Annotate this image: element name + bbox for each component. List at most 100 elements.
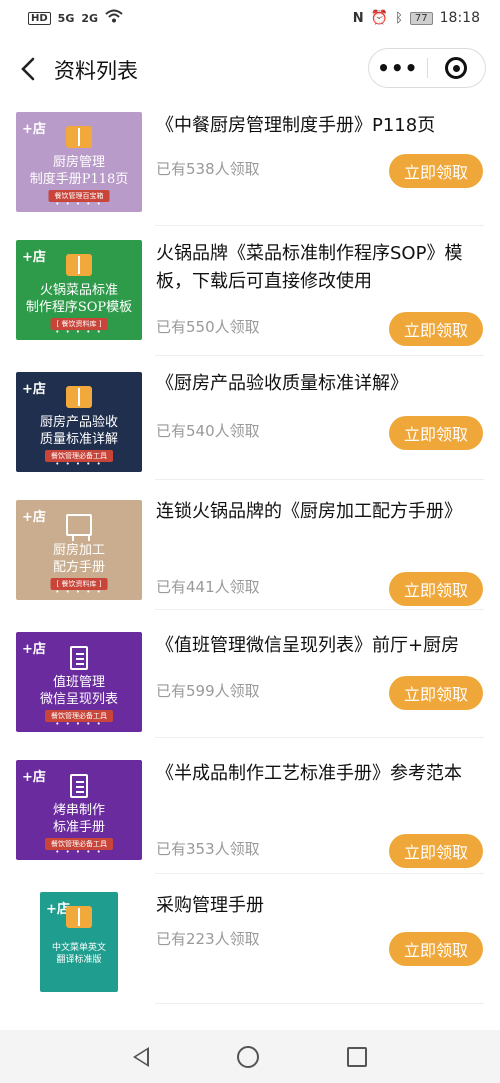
list-item[interactable]: +店 烤串制作 标准手册 餐饮管理必备工具 • • • • • 《半成品制作工艺标准手册》… <box>0 738 500 874</box>
claim-button[interactable]: 立即领取 <box>389 312 483 346</box>
claim-count: 已有353人领取 <box>156 840 260 858</box>
cover-text: 厨房产品验收 质量标准详解 <box>16 414 142 448</box>
cover-logo: +店 <box>22 250 46 265</box>
status-time: 18:18 <box>439 10 480 26</box>
bluetooth-icon: ᛒ <box>395 10 403 26</box>
claim-count: 已有540人领取 <box>156 422 260 440</box>
cover-logo: +店 <box>22 642 46 657</box>
list-item[interactable]: +店 火锅菜品标准 制作程序SOP模板[ 餐饮资料库 ] • • • • • 火锅品牌《… <box>0 226 500 356</box>
cover-logo: +店 <box>22 770 46 785</box>
cover-line: 值班管理 <box>52 675 105 690</box>
item-title[interactable]: 《半成品制作工艺标准手册》参考范本 <box>156 760 486 788</box>
claim-count: 已有441人领取 <box>156 578 260 596</box>
list-item[interactable]: +店 厨房加工 配方手册[ 餐饮资料库 ] • • • • • 连锁火锅品牌的《厨房加工… <box>0 480 500 610</box>
cover-line: 配方手册 <box>52 560 105 575</box>
cover-line: 厨房产品验收 <box>39 415 118 430</box>
chevron-left-icon <box>21 57 35 81</box>
alarm-icon: ⏰ <box>370 10 389 26</box>
more-dots-icon[interactable]: ••• <box>369 49 427 87</box>
cover-text: 值班管理微信呈现列表 <box>16 674 142 708</box>
book-icon <box>66 126 92 148</box>
cover-dots: • • • • • <box>55 588 103 596</box>
cover-line: 质量标准详解 <box>39 432 118 447</box>
cover-image[interactable]: +店 厨房产品验收 质量标准详解 餐饮管理必备工具 • • • • • <box>16 372 142 472</box>
list-item[interactable]: +店 厨房产品验收 质量标准详解 餐饮管理必备工具 • • • • • 《厨房产品验收质量… <box>0 356 500 480</box>
book-icon <box>66 254 92 276</box>
hd-icon: HD <box>28 11 51 25</box>
cover-logo: +店 <box>22 382 46 397</box>
cover-line: 火锅菜品标准 <box>39 283 118 298</box>
list-icon <box>70 774 88 798</box>
target-icon <box>445 57 468 79</box>
cover-logo: +店 <box>22 122 46 137</box>
list-icon <box>70 646 88 670</box>
cover-image[interactable]: +店 中文菜单英文 翻译标准版 <box>40 892 118 992</box>
cover-text: 烤串制作 标准手册 <box>16 802 142 836</box>
nfc-icon: N <box>352 10 364 26</box>
list-item[interactable]: +店 厨房管理 制度手册P118页 餐饮管理百宝箱 • • • • • 《中餐厨房管理制度… <box>0 102 500 226</box>
claim-button[interactable]: 立即领取 <box>389 676 483 710</box>
close-miniprogram-button[interactable] <box>427 49 485 87</box>
cover-text: 厨房加工 配方手册 <box>16 542 142 576</box>
cover-line: 中文菜单英文 <box>51 943 106 953</box>
cover-dots: • • • • • <box>55 720 103 728</box>
claim-count: 已有599人领取 <box>156 682 260 700</box>
wifi-icon <box>105 9 123 27</box>
back-button[interactable] <box>14 52 42 86</box>
miniprogram-capsule: ••• <box>368 48 486 88</box>
status-right: N ⏰ ᛒ 77 18:18 <box>353 10 480 26</box>
claim-button[interactable]: 立即领取 <box>389 416 483 450</box>
cover-line: 厨房加工 <box>52 543 105 558</box>
claim-count: 已有223人领取 <box>156 930 260 948</box>
cover-text: 厨房管理制度手册P118页 <box>16 154 142 188</box>
cover-line: 厨房管理 <box>52 155 105 170</box>
signal-5g-icon: 5G <box>57 11 75 25</box>
cover-line: 制作程序SOP模板 <box>25 300 133 315</box>
item-title[interactable]: 《厨房产品验收质量标准详解》 <box>156 370 486 398</box>
board-icon <box>66 514 92 541</box>
claim-button[interactable]: 立即领取 <box>389 154 483 188</box>
list-item[interactable]: +店 值班管理 微信呈现列表 餐饮管理必备工具 • • • • • 《值班管理微信呈现列表… <box>0 610 500 738</box>
item-divider <box>155 1003 484 1004</box>
book-icon <box>66 386 92 408</box>
cover-line: 微信呈现列表 <box>39 692 118 707</box>
claim-count: 已有550人领取 <box>156 318 260 336</box>
status-left: HD 5G 2G <box>28 9 123 27</box>
cover-dots: • • • • • <box>55 848 103 856</box>
back-icon[interactable] <box>133 1046 149 1067</box>
system-navigation-bar <box>0 1030 500 1083</box>
cover-image[interactable]: +店 烤串制作 标准手册 餐饮管理必备工具 • • • • • <box>16 760 142 860</box>
item-title[interactable]: 采购管理手册 <box>156 892 486 920</box>
cover-text: 中文菜单英文 翻译标准版 <box>40 942 118 966</box>
claim-button[interactable]: 立即领取 <box>389 572 483 606</box>
cover-line: 翻译标准版 <box>56 955 102 965</box>
navigation-bar: 资料列表 ••• <box>0 36 500 102</box>
book-icon <box>66 906 92 928</box>
cover-dots: • • • • • <box>55 460 103 468</box>
cover-dots: • • • • • <box>55 328 103 336</box>
list-item[interactable]: +店 中文菜单英文 翻译标准版 采购管理手册已有223人领取 立即领取 <box>0 874 500 1004</box>
cover-image[interactable]: +店 厨房加工 配方手册[ 餐饮资料库 ] • • • • • <box>16 500 142 600</box>
cover-line: 标准手册 <box>52 820 105 835</box>
claim-button[interactable]: 立即领取 <box>389 932 483 966</box>
page-title: 资料列表 <box>54 59 138 83</box>
cover-logo: +店 <box>22 510 46 525</box>
home-icon[interactable] <box>237 1045 259 1068</box>
cover-image[interactable]: +店 厨房管理 制度手册P118页 餐饮管理百宝箱 • • • • • <box>16 112 142 212</box>
signal-2g-icon: 2G <box>81 11 99 25</box>
claim-count: 已有538人领取 <box>156 160 260 178</box>
item-title[interactable]: 火锅品牌《菜品标准制作程序SOP》模板，下载后可直接修改使用 <box>156 240 486 296</box>
battery-icon: 77 <box>409 11 433 25</box>
recent-apps-icon[interactable] <box>347 1046 367 1067</box>
item-title[interactable]: 《中餐厨房管理制度手册》P118页 <box>156 112 486 140</box>
cover-text: 火锅菜品标准 制作程序SOP模板 <box>16 282 142 316</box>
item-title[interactable]: 连锁火锅品牌的《厨房加工配方手册》 <box>156 498 486 526</box>
cover-line: 制度手册P118页 <box>29 172 129 187</box>
cover-dots: • • • • • <box>55 200 103 208</box>
status-bar: HD 5G 2G N ⏰ ᛒ 77 18:18 <box>0 0 500 36</box>
cover-image[interactable]: +店 火锅菜品标准 制作程序SOP模板[ 餐饮资料库 ] • • • • • <box>16 240 142 340</box>
claim-button[interactable]: 立即领取 <box>389 834 483 868</box>
cover-line: 烤串制作 <box>52 803 105 818</box>
cover-image[interactable]: +店 值班管理 微信呈现列表 餐饮管理必备工具 • • • • • <box>16 632 142 732</box>
item-title[interactable]: 《值班管理微信呈现列表》前厅+厨房 <box>156 632 486 660</box>
